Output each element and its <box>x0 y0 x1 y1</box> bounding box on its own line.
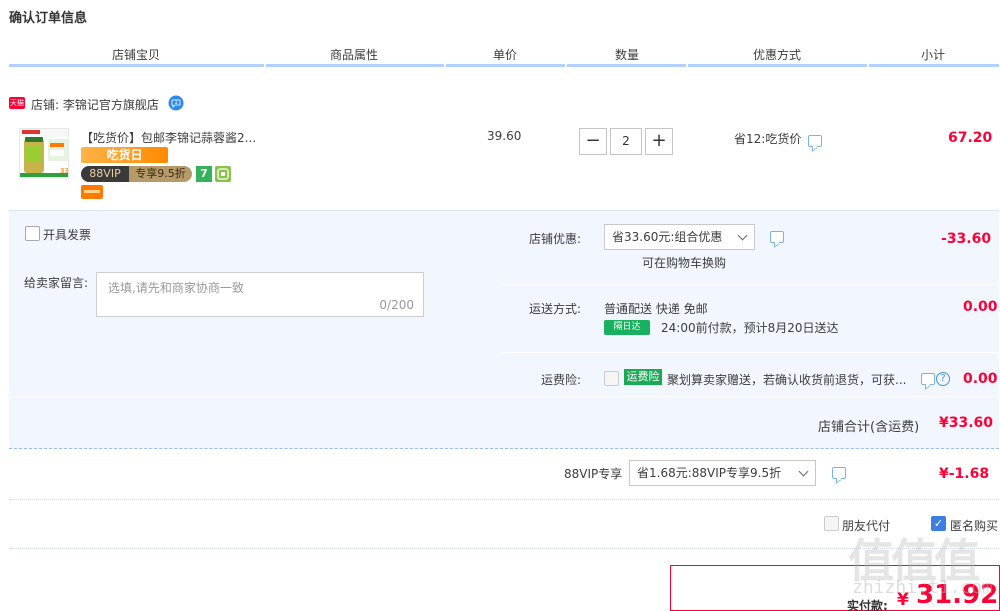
column-header-promotion: 优惠方式 <box>753 48 802 62</box>
svg-text:33: 33 <box>60 167 69 175</box>
shop-discount-amount: -33.60 <box>941 231 992 247</box>
shipping-eta: 24:00前付款，预计8月20日送达 <box>661 321 839 335</box>
vip-tag-discount: 专享9.5折 <box>135 167 186 180</box>
chihuo-day-tag: 吃货日 <box>81 147 168 163</box>
column-header-quantity: 数量 <box>615 48 640 62</box>
message-placeholder: 选填,请先和商家协商一致 <box>108 281 244 295</box>
header-separator <box>867 64 869 67</box>
shop-discount-selected: 省33.60元:组合优惠 <box>612 230 723 244</box>
chevron-down-icon <box>737 230 748 241</box>
vip-discount-amount: ¥-1.68 <box>939 466 990 482</box>
vip-discount-label: 88VIP专享 <box>564 467 623 481</box>
vip-discount-tag: 88VIP 专享9.5折 <box>81 166 192 182</box>
freight-insurance-checkbox <box>604 371 619 386</box>
header-underline <box>9 64 999 67</box>
panel-divider <box>503 284 999 285</box>
column-header-unit-price: 单价 <box>493 48 518 62</box>
guarantee-icon <box>215 166 231 182</box>
panel-divider <box>503 352 999 353</box>
invoice-checkbox[interactable] <box>25 226 40 241</box>
shop-total-label: 店铺合计(含运费) <box>818 420 920 435</box>
vip-tag-label: 88VIP <box>81 166 129 182</box>
shipping-method: 普通配送 快递 免邮 <box>604 302 708 316</box>
friend-pay-checkbox[interactable] <box>824 516 839 531</box>
shipping-label: 运送方式: <box>529 302 582 316</box>
header-separator <box>565 64 567 67</box>
invoice-label: 开具发票 <box>43 228 92 242</box>
product-title-link[interactable]: 【吃货价】包邮李锦记蒜蓉酱2... <box>81 129 261 146</box>
freight-info-icon[interactable] <box>921 373 935 385</box>
shop-name-link[interactable]: 店铺: 李锦记官方旗舰店 <box>31 96 159 113</box>
quantity-input[interactable]: 2 <box>610 128 642 155</box>
column-header-items: 店铺宝贝 <box>112 48 161 62</box>
shop-total-amount: ¥33.60 <box>939 415 994 431</box>
header-separator <box>264 64 266 67</box>
shop-discount-select[interactable]: 省33.60元:组合优惠 <box>604 224 755 250</box>
column-header-attributes: 商品属性 <box>330 48 379 62</box>
quantity-decrease-button[interactable]: − <box>579 128 607 155</box>
vip-info-icon[interactable] <box>832 467 846 479</box>
row-divider <box>9 499 999 500</box>
item-promotion: 省12:吃货价 <box>734 132 802 146</box>
wangwang-chat-icon[interactable]: 1 <box>168 95 184 111</box>
item-subtotal: 67.20 <box>948 130 993 146</box>
chevron-down-icon <box>798 466 809 477</box>
help-icon[interactable]: ? <box>936 372 950 386</box>
discount-info-icon[interactable] <box>770 231 784 243</box>
promotion-info-icon[interactable] <box>808 135 822 147</box>
vip-discount-select[interactable]: 省1.68元:88VIP专享9.5折 <box>629 460 816 486</box>
header-separator <box>686 64 688 67</box>
watermark-url: zhizhi.t1.com <box>852 577 993 598</box>
page-title: 确认订单信息 <box>9 11 88 26</box>
quantity-increase-button[interactable]: + <box>645 128 673 155</box>
next-day-delivery-badge: 隔日达 <box>604 320 650 335</box>
seller-message-textarea[interactable]: 选填,请先和商家协商一致 0/200 <box>96 272 424 317</box>
shipping-amount: 0.00 <box>963 299 998 315</box>
payment-label: 实付款: <box>847 599 888 611</box>
freight-insurance-badge: 运费险 <box>624 369 662 385</box>
credit-card-icon <box>81 185 103 199</box>
message-char-counter: 0/200 <box>379 298 414 312</box>
freight-insurance-text: 聚划算卖家赠送，若确认收货前退货，可获... <box>667 373 907 387</box>
header-separator <box>444 64 446 67</box>
message-label: 给卖家留言: <box>24 276 89 290</box>
freight-insurance-label: 运费险: <box>541 373 582 387</box>
svg-text:1: 1 <box>174 99 178 106</box>
seven-day-return-icon: 7 <box>196 166 212 182</box>
product-image[interactable]: 33 <box>19 128 69 178</box>
vip-discount-selected: 省1.68元:88VIP专享9.5折 <box>637 466 782 480</box>
column-header-subtotal: 小计 <box>921 48 946 62</box>
freight-insurance-amount: 0.00 <box>963 371 998 387</box>
unit-price: 39.60 <box>487 129 522 143</box>
shop-discount-label: 店铺优惠: <box>529 232 582 246</box>
shop-discount-hint: 可在购物车换购 <box>642 256 727 270</box>
tmall-badge: 天猫 <box>9 97 25 109</box>
